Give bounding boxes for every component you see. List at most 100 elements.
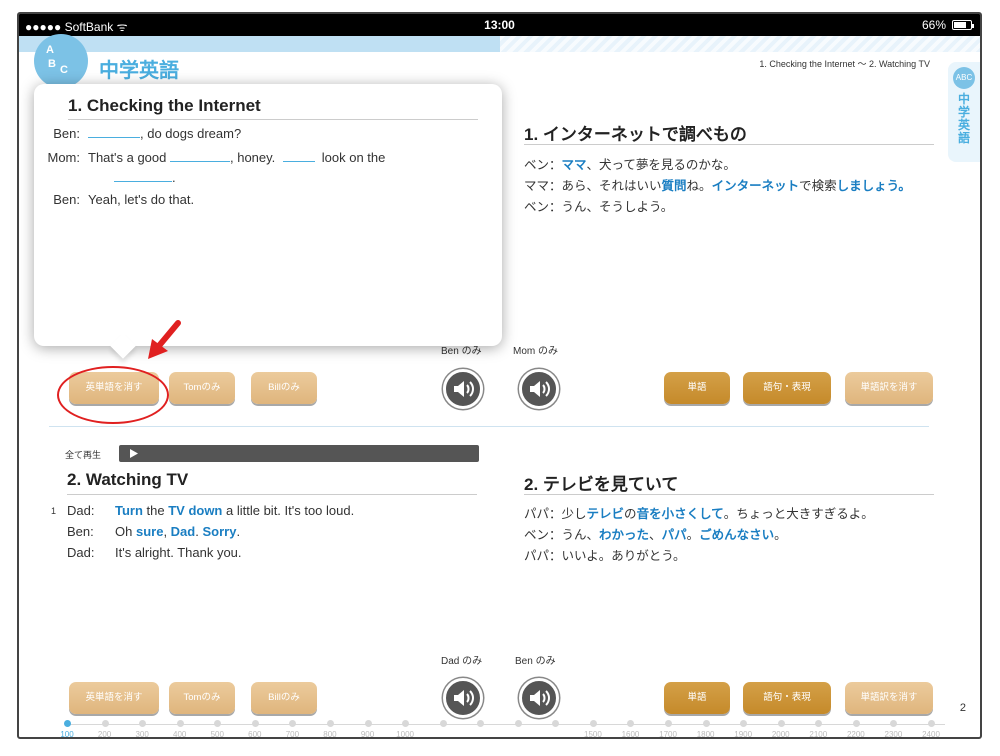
side-tab-menu[interactable]: ABC 中学英語	[948, 62, 980, 162]
timeline-tick-label: 400	[173, 730, 187, 739]
highlighted-word[interactable]: テレビ	[587, 507, 625, 521]
timeline-tick-label: 600	[248, 730, 262, 739]
play-all-bar[interactable]	[119, 445, 479, 462]
speaker-right-label: Ben のみ	[515, 656, 556, 667]
section2-en-line: Dad: It's alright. Thank you.	[67, 545, 242, 560]
timeline-tick[interactable]	[477, 720, 485, 727]
section1-jp-line: ママ：あら、それはいい質問ね。インターネットで検索しましょう。	[524, 175, 911, 194]
speaker-icon[interactable]	[519, 678, 559, 718]
section1-jp-title: 1. インターネットで調べもの	[524, 125, 747, 144]
phrases-button[interactable]: 語句・表現	[743, 372, 831, 404]
bill-only-button[interactable]: Billのみ	[251, 372, 317, 404]
timeline-tick-label: 1700	[659, 730, 677, 739]
blank-fill-popup[interactable]: 1. Checking the Internet Ben:, do dogs d…	[34, 84, 502, 359]
tom-only-button[interactable]: Tomのみ	[169, 682, 235, 714]
annotation-circle	[57, 366, 169, 424]
highlighted-word[interactable]: わかった	[599, 528, 649, 542]
page-timeline[interactable]	[67, 724, 945, 725]
blank-slot[interactable]	[88, 126, 140, 138]
line-text: で検索	[799, 179, 837, 193]
battery-icon	[952, 20, 974, 30]
highlighted-word[interactable]: ママ	[562, 158, 587, 172]
highlighted-word[interactable]: パパ	[662, 528, 687, 542]
speaker-icon[interactable]	[443, 678, 483, 718]
timeline-tick-label: 1900	[734, 730, 753, 739]
erase-word-translation-button[interactable]: 単語訳を消す	[845, 682, 933, 714]
timeline-tick[interactable]	[439, 720, 447, 727]
line-text: うん、	[561, 528, 600, 542]
highlighted-word[interactable]: インターネット	[712, 179, 800, 193]
timeline-tick-label: 700	[285, 730, 300, 739]
timeline-tick[interactable]	[364, 720, 372, 727]
highlighted-word[interactable]: 質問	[662, 179, 687, 193]
section2-en-title: 2. Watching TV	[67, 470, 189, 489]
timeline-tick[interactable]	[740, 720, 748, 727]
timeline-tick-label: 200	[97, 730, 112, 739]
section-divider	[49, 426, 929, 427]
timeline-tick-label: 1800	[696, 730, 715, 739]
timeline-tick[interactable]	[64, 720, 71, 727]
blank-slot[interactable]	[282, 150, 315, 162]
line-text: ,	[163, 524, 171, 539]
highlighted-word[interactable]: Sorry	[202, 524, 236, 539]
highlighted-word[interactable]: Turn	[115, 503, 143, 518]
highlighted-word[interactable]: TV down	[168, 503, 222, 518]
line-text: の	[624, 507, 637, 521]
timeline-tick[interactable]	[552, 720, 560, 727]
timeline-tick[interactable]	[665, 720, 673, 727]
speaker-icon[interactable]	[443, 369, 483, 409]
timeline-tick[interactable]	[326, 720, 334, 727]
timeline-tick[interactable]	[214, 720, 222, 727]
erase-english-button[interactable]: 英単語を消す	[69, 682, 159, 714]
blank-slot[interactable]	[114, 170, 172, 182]
highlighted-word[interactable]: 音を小さくして	[637, 507, 724, 521]
highlighted-word[interactable]: ごめんなさい	[699, 528, 774, 542]
timeline-tick-label: 2100	[809, 730, 828, 739]
bill-only-button[interactable]: Billのみ	[251, 682, 317, 714]
highlighted-word[interactable]: Dad	[171, 524, 196, 539]
timeline-tick[interactable]	[514, 720, 522, 727]
timeline-tick[interactable]	[777, 720, 785, 727]
line-text: Oh	[115, 524, 136, 539]
status-bar: ●●●●● SoftBank ᯤ 13:00 66%	[19, 14, 980, 36]
section2-en-rule	[67, 494, 477, 495]
popup-rule	[68, 119, 478, 120]
popup-line-2-cont: .	[114, 170, 176, 185]
timeline-tick[interactable]	[815, 720, 823, 727]
line-text: 。ちょっと大きすぎるよ。	[723, 507, 874, 521]
abc-logo-icon[interactable]: A B C	[34, 34, 88, 88]
timeline-tick[interactable]	[176, 720, 184, 727]
highlighted-word[interactable]: しましょう。	[837, 179, 911, 193]
timeline-tick[interactable]	[402, 720, 410, 727]
line-text: うん、そうしよう。	[561, 200, 674, 214]
timeline-tick[interactable]	[852, 720, 860, 727]
play-icon	[130, 449, 138, 458]
line-text: It's alright. Thank you.	[115, 545, 242, 560]
timeline-tick[interactable]	[101, 720, 109, 727]
line-number: 1	[51, 506, 57, 516]
speaker-icon[interactable]	[519, 369, 559, 409]
timeline-tick[interactable]	[289, 720, 297, 727]
timeline-tick[interactable]	[627, 720, 635, 727]
phrases-button[interactable]: 語句・表現	[743, 682, 831, 714]
section2-jp-line: ベン：うん、わかった、パパ。ごめんなさい。	[524, 524, 787, 543]
timeline-tick[interactable]	[139, 720, 147, 727]
words-button[interactable]: 単語	[664, 682, 730, 714]
popup-line-3: Ben: Yeah, let's do that.	[34, 192, 194, 207]
words-button[interactable]: 単語	[664, 372, 730, 404]
line-text: the	[142, 503, 169, 518]
timeline-tick[interactable]	[251, 720, 259, 727]
popup-speaker: Ben:	[53, 192, 80, 207]
blank-slot[interactable]	[170, 150, 230, 162]
line-text: 。	[686, 528, 700, 542]
highlighted-word[interactable]: sure	[136, 524, 163, 539]
timeline-tick[interactable]	[928, 720, 935, 727]
tom-only-button[interactable]: Tomのみ	[169, 372, 235, 404]
carrier-label: ●●●●● SoftBank ᯤ	[25, 20, 128, 34]
timeline-tick[interactable]	[890, 720, 898, 727]
timeline-tick[interactable]	[589, 720, 597, 727]
line-text: あら、それはいい	[561, 179, 662, 193]
erase-word-translation-button[interactable]: 単語訳を消す	[845, 372, 933, 404]
section2-jp-line: パパ：少しテレビの音を小さくして。ちょっと大きすぎるよ。	[524, 503, 874, 522]
timeline-tick[interactable]	[702, 720, 710, 727]
